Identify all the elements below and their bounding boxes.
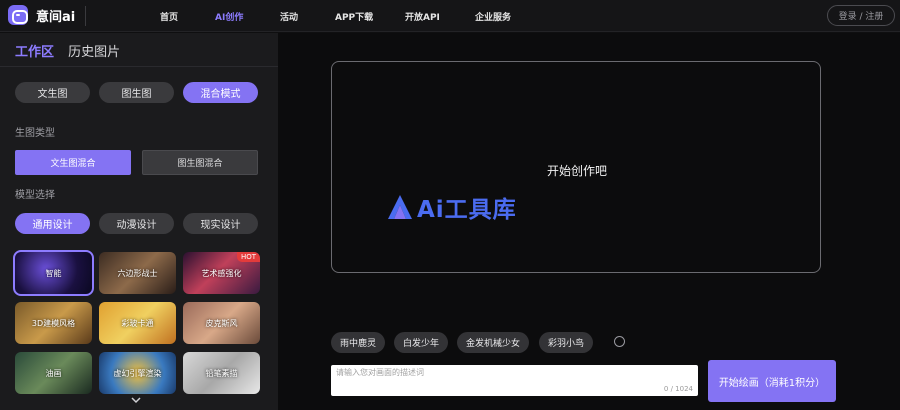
main-area: 开始创作吧 Ai工具库 雨中鹿灵 白发少年 金发机械少女 彩羽小鸟 0 / 10… — [278, 33, 900, 410]
sidebar-tabs: 工作区 历史图片 — [15, 41, 120, 60]
tab-history[interactable]: 历史图片 — [68, 45, 120, 60]
mode-mixed[interactable]: 混合模式 — [183, 82, 258, 103]
model-card-pencil-sketch[interactable]: 铅笔素描 — [183, 352, 260, 394]
refresh-icon[interactable] — [614, 336, 625, 347]
nav-item-open-api[interactable]: 开放API — [405, 10, 440, 23]
model-card-label: 铅笔素描 — [205, 368, 238, 378]
model-card-label: 智能 — [45, 268, 62, 278]
nav-item-home[interactable]: 首页 — [160, 10, 178, 23]
model-card-label: 皮克斯风 — [205, 318, 238, 328]
nav-item-enterprise[interactable]: 企业服务 — [475, 10, 511, 23]
char-counter: 0 / 1024 — [663, 385, 693, 393]
mode-text-to-image[interactable]: 文生图 — [15, 82, 90, 103]
model-tab-realistic[interactable]: 现实设计 — [183, 213, 258, 234]
example-chip[interactable]: 金发机械少女 — [457, 332, 529, 353]
canvas-prompt: 开始创作吧 — [546, 164, 607, 178]
model-tab-general[interactable]: 通用设计 — [15, 213, 90, 234]
mode-image-to-image[interactable]: 图生图 — [99, 82, 174, 103]
logo-icon — [8, 5, 28, 25]
watermark: Ai工具库 — [387, 190, 517, 224]
model-card-label: 彩玻卡通 — [121, 318, 154, 328]
top-bar: 意间ai 首页 AI创作 活动 APP下载 开放API 企业服务 登录 / 注册 — [0, 0, 900, 32]
nav-item-activity[interactable]: 活动 — [280, 10, 298, 23]
model-card-hexagon-warrior[interactable]: 六边形战士 — [99, 252, 176, 294]
nav-item-app-download[interactable]: APP下载 — [335, 10, 373, 23]
model-card-label: 油画 — [45, 368, 62, 378]
chevron-down-icon[interactable] — [131, 395, 141, 405]
gen-type-image-mix[interactable]: 图生图混合 — [142, 150, 258, 175]
model-card-art-enhance[interactable]: 艺术感强化 HOT — [183, 252, 260, 294]
model-card-label: 3D建模风格 — [31, 318, 76, 328]
model-card-smart[interactable]: 智能 — [13, 250, 94, 296]
canvas-preview: 开始创作吧 Ai工具库 — [331, 61, 821, 273]
example-chip[interactable]: 彩羽小鸟 — [539, 332, 593, 353]
model-label: 模型选择 — [15, 190, 55, 201]
model-card-pixar[interactable]: 皮克斯风 — [183, 302, 260, 344]
divider — [85, 6, 86, 26]
app-name: 意间ai — [36, 9, 76, 25]
sidebar: 工作区 历史图片 文生图 图生图 混合模式 生图类型 文生图混合 图生图混合 模… — [0, 33, 278, 410]
example-chip[interactable]: 白发少年 — [394, 332, 448, 353]
model-card-3d[interactable]: 3D建模风格 — [15, 302, 92, 344]
login-button[interactable]: 登录 / 注册 — [827, 5, 895, 26]
model-card-label: 六边形战士 — [117, 268, 158, 278]
nav-item-ai-create[interactable]: AI创作 — [215, 10, 243, 23]
prompt-box[interactable]: 0 / 1024 — [331, 365, 698, 396]
model-card-oil-painting[interactable]: 油画 — [15, 352, 92, 394]
prompt-input[interactable] — [336, 368, 636, 377]
model-card-unreal-engine[interactable]: 虚幻引擎渲染 — [99, 352, 176, 394]
model-card-cartoon[interactable]: 彩玻卡通 — [99, 302, 176, 344]
model-card-label: 艺术感强化 — [201, 268, 242, 278]
tab-workspace[interactable]: 工作区 — [15, 45, 54, 60]
gen-type-label: 生图类型 — [15, 128, 55, 139]
gen-type-text-mix[interactable]: 文生图混合 — [15, 150, 131, 175]
model-card-label: 虚幻引擎渲染 — [113, 368, 162, 378]
model-tab-anime[interactable]: 动漫设计 — [99, 213, 174, 234]
watermark-text: Ai工具库 — [417, 197, 517, 223]
hot-badge: HOT — [236, 252, 260, 262]
example-chip[interactable]: 雨中鹿灵 — [331, 332, 385, 353]
divider — [0, 66, 278, 67]
generate-button[interactable]: 开始绘画（消耗1积分） — [708, 360, 836, 402]
ai-logo-icon — [388, 195, 412, 219]
logo[interactable]: 意间ai — [8, 5, 75, 25]
